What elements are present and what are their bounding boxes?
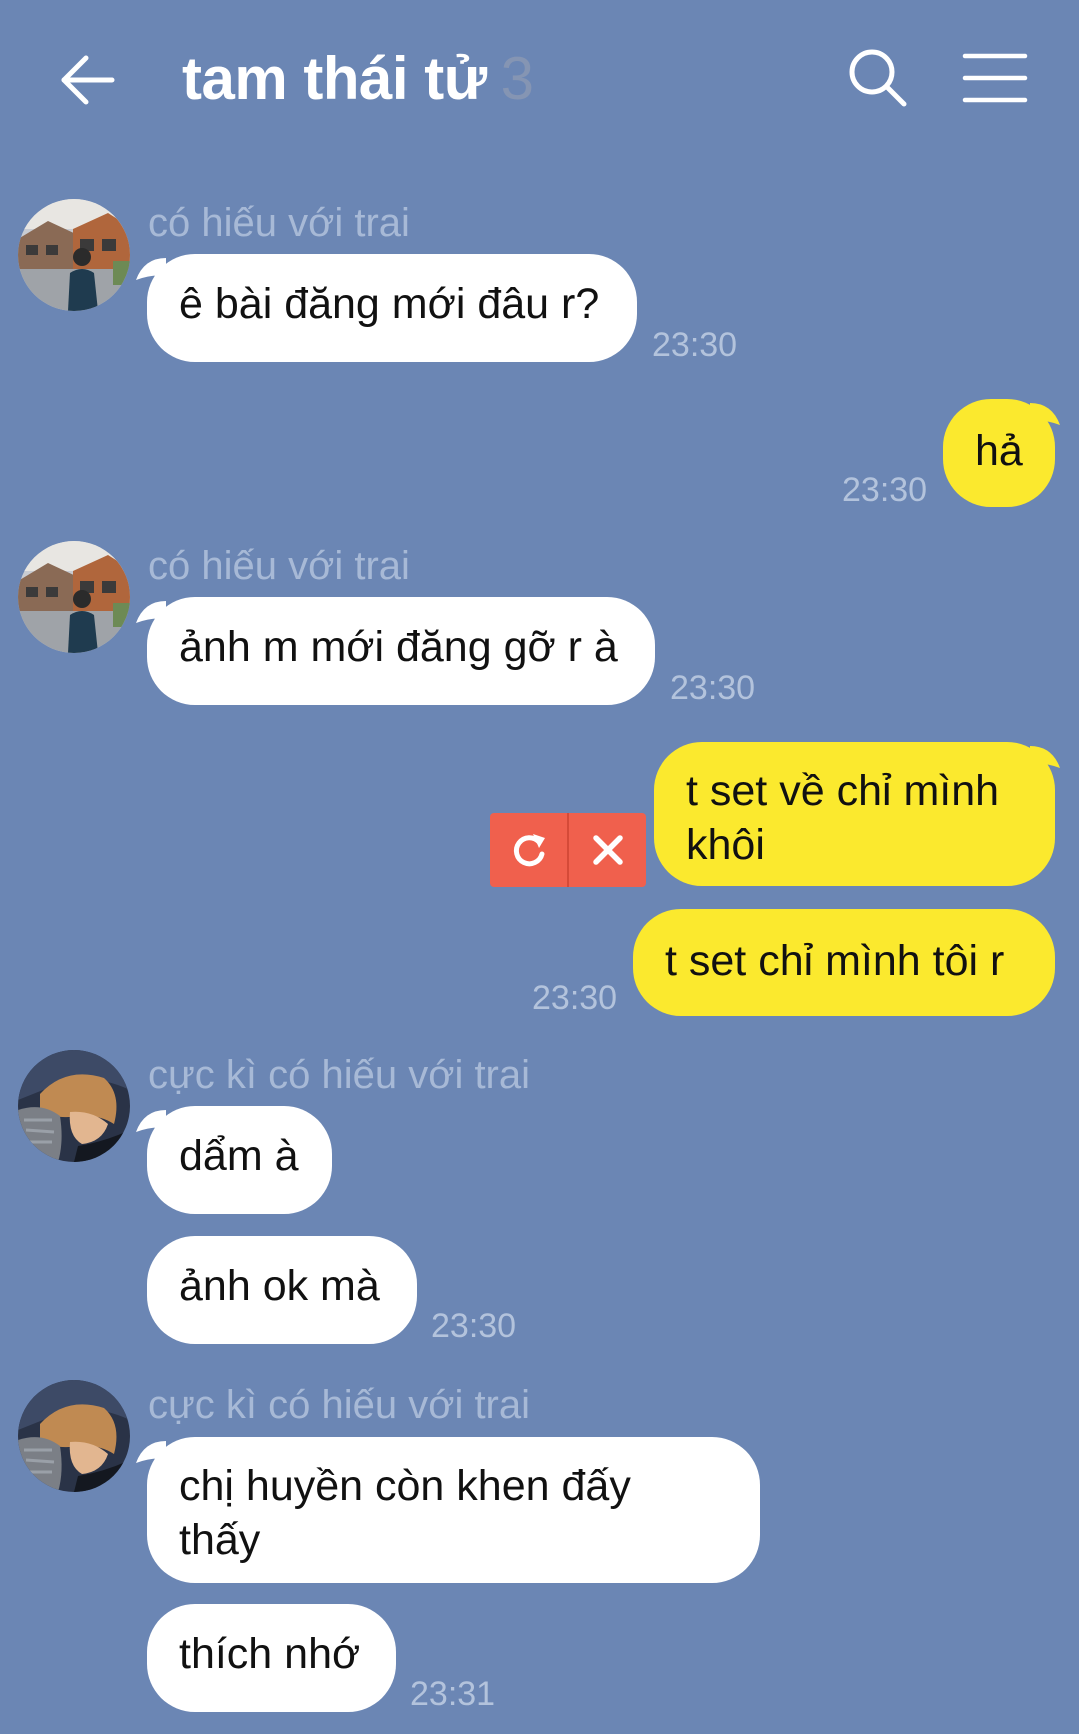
message-text-line: t set về chỉ mình <box>686 767 1000 815</box>
back-button[interactable] <box>50 40 130 120</box>
menu-button[interactable] <box>962 50 1028 106</box>
sender-name: cực kì có hiếu với trai <box>148 1053 531 1097</box>
bubble-tail <box>1030 746 1060 768</box>
message-text: t set chỉ mình tôi r <box>665 937 1005 985</box>
message-time: 23:30 <box>532 979 618 1017</box>
message-bubble[interactable]: t set về chỉ mình khôi <box>654 742 1055 886</box>
delete-button[interactable] <box>569 813 646 887</box>
avatar[interactable] <box>18 541 130 653</box>
message-time: 23:30 <box>431 1307 517 1345</box>
arrow-left-icon <box>61 55 115 105</box>
sender-name: có hiếu với trai <box>148 201 410 245</box>
message-bubble[interactable]: ảnh m mới đăng gỡ r à <box>147 597 655 705</box>
message-text: hả <box>975 427 1023 475</box>
member-count: 3 <box>500 45 534 112</box>
search-icon <box>849 49 907 107</box>
message-time: 23:30 <box>652 326 738 364</box>
menu-icon <box>962 53 1028 103</box>
avatar[interactable] <box>18 1050 130 1162</box>
avatar[interactable] <box>18 1380 130 1492</box>
message-text-line: thấy <box>179 1516 261 1564</box>
message-text: thích nhớ <box>179 1630 361 1678</box>
message-bubble[interactable]: t set chỉ mình tôi r <box>633 909 1055 1016</box>
search-button[interactable] <box>846 46 910 110</box>
sender-name: cực kì có hiếu với trai <box>148 1383 531 1427</box>
avatar[interactable] <box>18 199 130 311</box>
message-bubble[interactable]: ảnh ok mà <box>147 1236 417 1344</box>
message-text-line: chị huyền còn khen đấy <box>179 1462 631 1510</box>
sender-name: có hiếu với trai <box>148 544 410 588</box>
message-bubble[interactable]: thích nhớ <box>147 1604 396 1712</box>
bubble-tail <box>1030 403 1060 425</box>
chat-title: tam thái tử 3 <box>182 44 534 113</box>
message-bubble[interactable]: dẩm à <box>147 1106 332 1214</box>
retry-button[interactable] <box>490 813 567 887</box>
message-bubble[interactable]: chị huyền còn khen đấy thấy <box>147 1437 760 1583</box>
chat-header: tam thái tử 3 <box>0 0 1079 165</box>
close-icon <box>592 835 623 865</box>
message-text-line: khôi <box>686 821 765 869</box>
retry-icon <box>513 834 545 867</box>
message-time: 23:30 <box>842 471 928 509</box>
message-text: dẩm à <box>179 1132 299 1180</box>
message-text: ảnh m mới đăng gỡ r à <box>179 623 618 671</box>
message-bubble[interactable]: ê bài đăng mới đâu r? <box>147 254 637 362</box>
message-text: ê bài đăng mới đâu r? <box>179 280 600 328</box>
chat-title-text: tam thái tử <box>182 45 487 112</box>
message-time: 23:31 <box>410 1675 496 1713</box>
failed-send-actions <box>490 813 646 887</box>
message-text: ảnh ok mà <box>179 1262 380 1310</box>
message-time: 23:30 <box>670 669 756 707</box>
